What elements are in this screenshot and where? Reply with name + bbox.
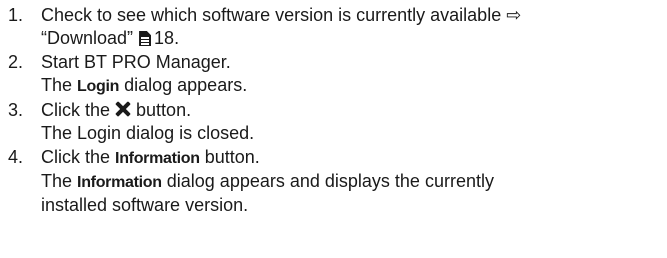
step-reference: “Download” 18.: [41, 27, 667, 50]
download-reference: “Download”: [41, 28, 134, 48]
close-icon: [115, 101, 130, 117]
step-4: 4. Click the Information button. The Inf…: [8, 146, 667, 217]
step-number: 2.: [8, 52, 24, 72]
action-text: button.: [136, 100, 192, 120]
step-result: The Login dialog is closed.: [41, 123, 255, 143]
step-1: 1. Check to see which software version i…: [8, 4, 667, 50]
action-text: Click the: [41, 100, 111, 120]
step-number: 4.: [8, 147, 24, 167]
step-number: 1.: [8, 5, 24, 25]
page-number: 18.: [154, 28, 180, 48]
step-result: The Information dialog appears and displ…: [41, 170, 667, 194]
result-text: The: [41, 171, 73, 191]
result-text: The: [41, 75, 73, 95]
step-number: 3.: [8, 100, 24, 120]
result-text: dialog appears and displays the currentl…: [166, 171, 494, 191]
information-button-name: Information: [115, 150, 200, 167]
instruction-steps: 1. Check to see which software version i…: [8, 4, 667, 218]
step-result: The Login dialog appears.: [41, 74, 667, 98]
step-result-continued: installed software version.: [41, 195, 249, 215]
information-dialog-name: Information: [77, 174, 162, 191]
action-text: button.: [204, 147, 260, 167]
action-text: Click the: [41, 147, 111, 167]
step-action: Click the button.: [41, 99, 667, 122]
result-text: dialog appears.: [124, 75, 248, 95]
page-reference-icon: [139, 31, 152, 46]
login-dialog-name: Login: [77, 78, 120, 95]
arrow-right-icon: ⇨: [506, 5, 522, 26]
step-action: Click the Information button.: [41, 146, 667, 170]
step-action: Start BT PRO Manager.: [41, 52, 231, 72]
step-2: 2. Start BT PRO Manager. The Login dialo…: [8, 51, 667, 98]
step-action: Check to see which software version is c…: [41, 4, 667, 27]
step-3: 3. Click the button. The Login dialog is …: [8, 99, 667, 145]
step-text: Check to see which software version is c…: [41, 5, 502, 25]
